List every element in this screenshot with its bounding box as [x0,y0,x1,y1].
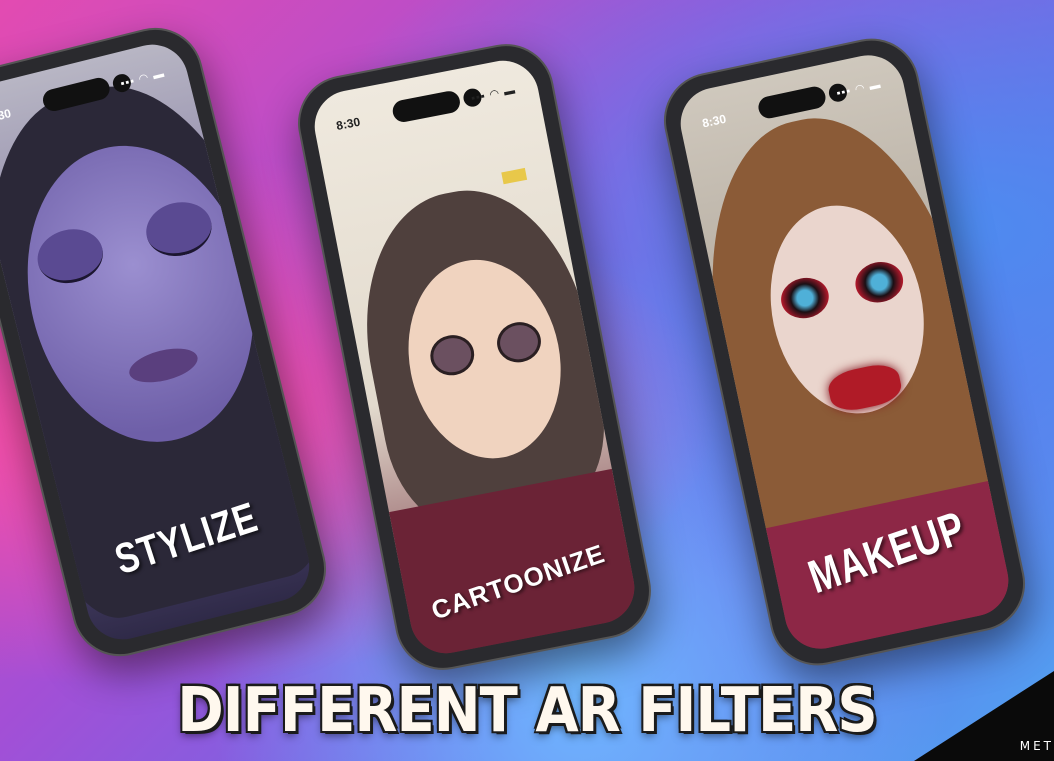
status-icons: ▪▪▪ ◠ ▬ [835,78,883,100]
phone-stylize: 8:30 ▪▪▪ ◠ ▬ STYLIZE [0,17,337,667]
dynamic-island [390,89,462,124]
phone-cartoonize: 8:30 ▪▪▪ ◠ ▬ CARTOONIZE [289,35,660,679]
status-icons: ▪▪▪ ◠ ▬ [119,67,167,91]
phone-screen: 8:30 ▪▪▪ ◠ ▬ STYLIZE [0,37,317,647]
phone-makeup: 8:30 ▪▪▪ ◠ ▬ MAKEUP [655,29,1034,675]
phone-screen: 8:30 ▪▪▪ ◠ ▬ MAKEUP [674,48,1015,656]
status-time: 8:30 [0,106,13,126]
phone-screen: 8:30 ▪▪▪ ◠ ▬ CARTOONIZE [308,54,641,660]
status-time: 8:30 [335,114,362,133]
headline: DIFFERENT AR FILTERS [177,674,877,747]
dynamic-island [755,84,828,121]
status-icons: ▪▪▪ ◠ ▬ [470,84,517,105]
wall-note [501,167,528,185]
status-time: 8:30 [700,111,728,131]
brand-text: MET [1019,739,1054,753]
